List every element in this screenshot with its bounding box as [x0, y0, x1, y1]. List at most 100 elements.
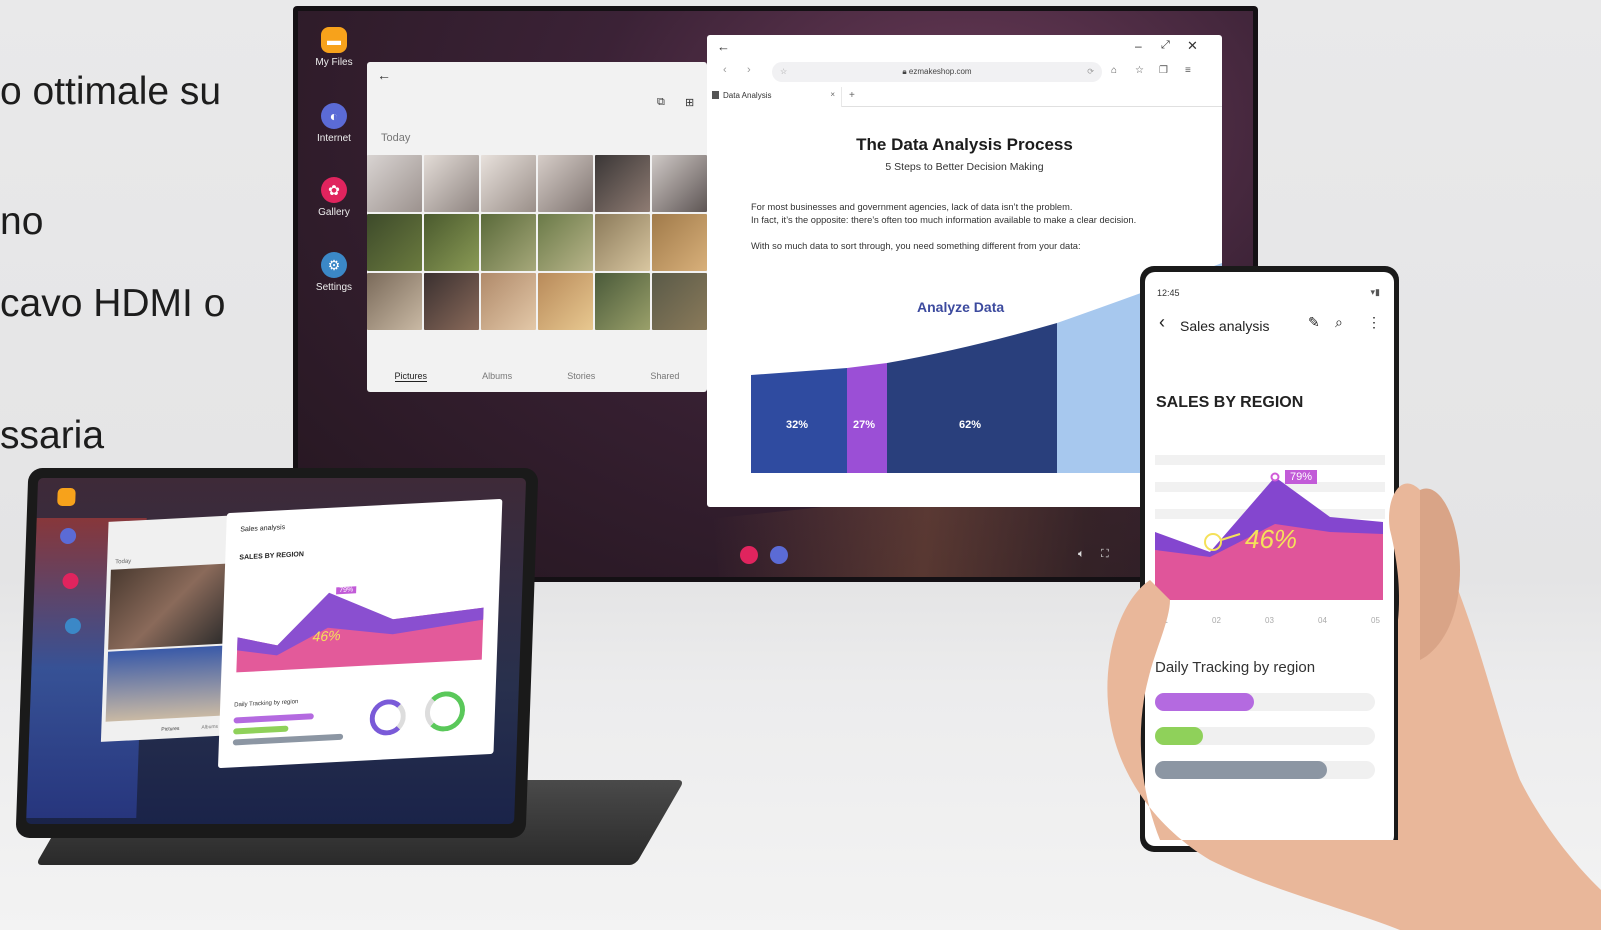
photo-thumbnail[interactable] [652, 155, 707, 212]
hand-thumb [1420, 488, 1460, 660]
tablet-photo-house [105, 645, 229, 722]
dock-label: Settings [315, 282, 353, 293]
chart-bar-label-3: 62% [959, 419, 982, 431]
photo-thumbnail[interactable] [538, 273, 593, 330]
volume-icon[interactable]: 🔈︎ [1078, 548, 1085, 561]
tab-pictures[interactable]: Pictures [394, 371, 428, 382]
status-icons: ▾▮ [1370, 287, 1380, 297]
callout-label: 46% [1245, 524, 1298, 554]
tablet-gallery-tab-pictures[interactable]: Pictures [161, 726, 179, 733]
photo-thumbnail[interactable] [595, 273, 650, 330]
dock-app-internet[interactable]: ◐ Internet [308, 103, 360, 144]
tablet-gallery-section: Today [115, 558, 132, 566]
photo-thumbnail[interactable] [481, 214, 536, 271]
x-tick-02: 02 [1212, 616, 1221, 625]
tracking-bar-1 [1155, 693, 1375, 711]
tablet-my-files-icon[interactable] [57, 488, 76, 506]
gallery-window[interactable]: ← ⧉ ⊞ Today Pictures Albums Stories Shar… [367, 62, 707, 392]
gallery-tabs: Pictures Albums Stories Shared [367, 371, 707, 382]
edit-pencil-icon[interactable]: ✎ [1308, 314, 1320, 331]
chart-bar-label-1: 32% [786, 419, 809, 431]
tablet-peak-label: 79% [336, 586, 357, 595]
tracking-bar-1-fill [1155, 693, 1254, 711]
dock-label: Internet [317, 133, 351, 144]
x-tick-05: 05 [1371, 616, 1380, 625]
peak-marker [1270, 472, 1280, 482]
tablet-sales-chart [236, 592, 484, 673]
photo-thumbnail[interactable] [652, 273, 707, 330]
tablet-photo-living-room [108, 563, 232, 650]
photo-thumbnail[interactable] [367, 155, 422, 212]
search-icon[interactable]: ⌕ [1335, 314, 1343, 331]
tab-shared[interactable]: Shared [650, 371, 679, 382]
slide-text-line-1: o ottimale su [0, 70, 222, 113]
gallery-section-label: Today [381, 132, 411, 144]
photo-thumbnail[interactable] [481, 155, 536, 212]
tablet-track-1 [233, 713, 314, 724]
tablet-donut-1 [369, 698, 407, 737]
dock-label: My Files [315, 57, 353, 68]
photo-grid [367, 155, 707, 330]
photo-thumbnail[interactable] [367, 273, 422, 330]
tab-albums[interactable]: Albums [482, 371, 512, 382]
chart-bar-2 [847, 363, 887, 473]
photo-thumbnail[interactable] [424, 155, 479, 212]
folder-icon: ▬ [321, 27, 347, 53]
slide-text-line-4: ssaria [0, 414, 105, 457]
tracking-bar-3-fill [1155, 761, 1327, 779]
dock-app-gallery[interactable]: ✿ Gallery [308, 177, 360, 218]
tracking-bar-2-fill [1155, 727, 1204, 745]
gallery-icon: ✿ [321, 177, 347, 203]
status-time: 12:45 [1157, 288, 1180, 298]
x-tick-04: 04 [1318, 616, 1327, 625]
photo-thumbnail[interactable] [538, 214, 593, 271]
photo-thumbnail[interactable] [538, 155, 593, 212]
tracking-bar-2 [1155, 727, 1375, 745]
chart-bar-3 [887, 323, 1057, 473]
tablet-header-title: Sales analysis [240, 524, 286, 534]
tracking-title: Daily Tracking by region [1155, 659, 1316, 676]
chart-title: SALES BY REGION [1156, 394, 1304, 411]
dock-app-my-files[interactable]: ▬ My Files [308, 27, 360, 68]
dock-app-settings[interactable]: ⚙ Settings [308, 252, 360, 293]
taskbar-gallery-icon[interactable] [740, 546, 758, 564]
tablet-tracking-title: Daily Tracking by region [234, 699, 299, 709]
internet-icon: ◐ [321, 103, 347, 129]
gear-icon: ⚙ [321, 252, 347, 278]
tablet-screen: Today Pictures Albums Sales analysis SAL… [26, 478, 527, 824]
back-arrow-icon[interactable]: ← [377, 67, 391, 83]
x-tick-01: 01 [1159, 616, 1168, 625]
tablet-chart-title: SALES BY REGION [239, 551, 305, 562]
taskbar-internet-icon[interactable] [770, 546, 788, 564]
photo-thumbnail[interactable] [367, 214, 422, 271]
tab-stories[interactable]: Stories [567, 371, 595, 382]
back-chevron-icon[interactable]: ‹ [1159, 312, 1165, 333]
tablet-callout-label: 46% [312, 627, 341, 645]
tracking-bar-3 [1155, 761, 1375, 779]
phone-device: 12:45 ▾▮ ‹ Sales analysis ✎ ⌕ ⋮ SALES BY… [1140, 266, 1399, 852]
tablet-track-2 [233, 725, 289, 735]
tablet-sales-window[interactable]: Sales analysis SALES BY REGION 79% 46% D… [217, 498, 503, 769]
photo-thumbnail[interactable] [652, 214, 707, 271]
peak-label: 79% [1285, 470, 1318, 484]
more-options-icon[interactable]: ⋮ [1367, 314, 1381, 331]
tablet-device: Today Pictures Albums Sales analysis SAL… [15, 468, 539, 838]
phone-screen: 12:45 ▾▮ ‹ Sales analysis ✎ ⌕ ⋮ SALES BY… [1145, 272, 1394, 846]
x-tick-03: 03 [1265, 616, 1274, 625]
photo-thumbnail[interactable] [424, 273, 479, 330]
photo-thumbnail[interactable] [595, 155, 650, 212]
tablet-donut-2 [424, 690, 466, 733]
photo-thumbnail[interactable] [595, 214, 650, 271]
photo-thumbnail[interactable] [424, 214, 479, 271]
slide-text-line-3: cavo HDMI o [0, 282, 226, 325]
dock-label: Gallery [318, 207, 350, 218]
tablet-track-3 [232, 733, 344, 746]
header-title: Sales analysis [1180, 318, 1270, 334]
photo-thumbnail[interactable] [481, 273, 536, 330]
tablet-gallery-tab-albums[interactable]: Albums [201, 724, 218, 731]
slide-text-line-2: no [0, 200, 44, 243]
screenshot-icon[interactable]: ⛶ [1101, 548, 1109, 561]
add-to-icon[interactable]: ⊞ [685, 96, 694, 109]
copy-icon[interactable]: ⧉ [657, 96, 665, 109]
chart-bar-label-2: 27% [853, 419, 876, 431]
